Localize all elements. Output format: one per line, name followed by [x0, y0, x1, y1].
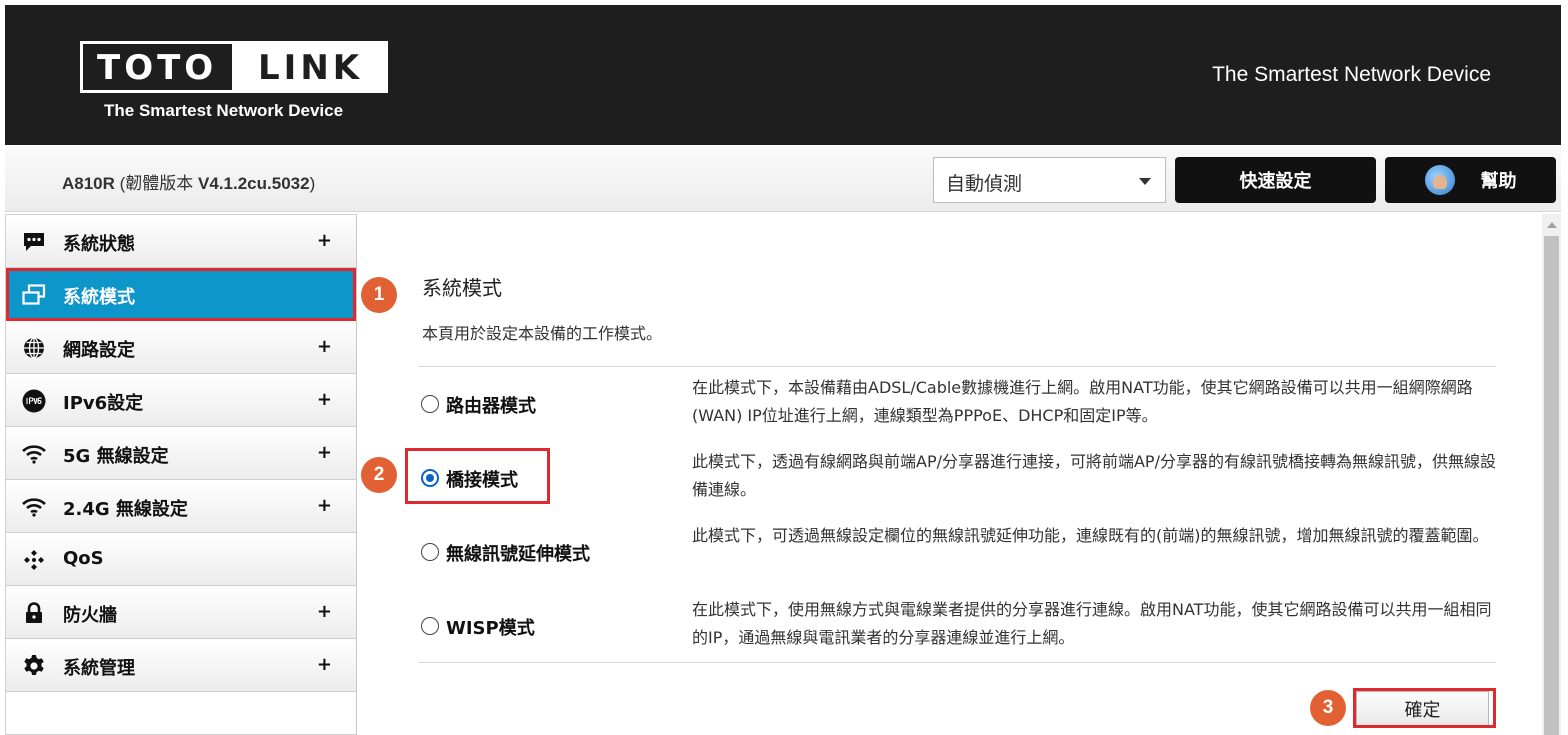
logo-left-text: TOTO: [97, 48, 218, 88]
firmware-close: ): [309, 174, 316, 193]
help-label: 幫助: [1480, 171, 1517, 192]
expand-plus-icon: +: [316, 442, 332, 463]
language-select[interactable]: 自動偵測: [933, 157, 1166, 203]
sidebar-item-label: 5G 無線設定: [63, 446, 169, 467]
help-person-icon: [1424, 165, 1455, 195]
sidebar-nav: 系統狀態 + 系統模式 網路設定 + IPv6設定 + 5G 無線設定 + 2.…: [5, 214, 357, 735]
sidebar-item-label: 系統模式: [63, 287, 135, 308]
sidebar-item-firewall[interactable]: 防火牆 +: [6, 586, 356, 639]
wisp-mode-description: 在此模式下，使用無線方式與電線業者提供的分享器進行連線。啟用NAT功能，使其它網…: [692, 600, 1492, 647]
divider: [418, 662, 1496, 663]
logo-tagline: The Smartest Network Device: [104, 101, 344, 120]
wifi-icon: [22, 442, 46, 466]
sidebar-item-label: 系統管理: [63, 658, 135, 679]
mode-row-wisp: WISP模式 在此模式下，使用無線方式與電線業者提供的分享器進行連線。啟用NAT…: [418, 596, 1496, 668]
sidebar-item-label: 2.4G 無線設定: [63, 499, 188, 520]
confirm-highlight-box: [1353, 688, 1496, 728]
step-badge-3: 3: [1310, 690, 1346, 726]
ipv6-icon: [22, 389, 46, 413]
expand-plus-icon: +: [316, 336, 332, 357]
sidebar-item-24g-wireless[interactable]: 2.4G 無線設定 +: [6, 480, 356, 533]
wisp-mode-label[interactable]: WISP模式: [446, 614, 535, 640]
totolink-logo: TOTO LINK The Smartest Network Device: [80, 41, 388, 131]
sidebar-item-label: 系統狀態: [63, 234, 135, 255]
sidebar-item-label: IPv6設定: [63, 393, 144, 414]
step-badge-2: 2: [361, 457, 397, 493]
divider: [418, 366, 1496, 367]
quick-setup-button[interactable]: 快速設定: [1175, 157, 1376, 203]
expand-plus-icon: +: [316, 230, 332, 251]
page-title: 系統模式: [422, 276, 502, 300]
bridge-mode-highlight-box: [405, 448, 550, 504]
wifi-icon: [22, 495, 46, 519]
mode-row-repeater: 無線訊號延伸模式 此模式下，可透過無線設定欄位的無線訊號延伸功能，連線既有的(前…: [418, 522, 1496, 594]
sidebar-item-label: 網路設定: [63, 340, 135, 361]
repeater-mode-radio[interactable]: [421, 543, 439, 561]
header-tagline: The Smartest Network Device: [1212, 63, 1491, 86]
chat-bubble-icon: [22, 230, 46, 254]
bridge-mode-description: 此模式下，透過有線網路與前端AP/分享器進行連接，可將前端AP/分享器的有線訊號…: [692, 452, 1496, 499]
windows-icon: [22, 283, 46, 307]
qos-icon: [22, 548, 46, 572]
sidebar-item-label: QoS: [63, 548, 104, 569]
sidebar-item-system-status[interactable]: 系統狀態 +: [6, 215, 356, 268]
router-mode-radio[interactable]: [421, 395, 439, 413]
sidebar-item-qos[interactable]: QoS: [6, 533, 356, 586]
firmware-info: A810R (韌體版本 V4.1.2cu.5032): [62, 169, 315, 194]
repeater-mode-description: 此模式下，可透過無線設定欄位的無線訊號延伸功能，連線既有的(前端)的無線訊號，增…: [692, 526, 1489, 545]
scrollbar-thumb[interactable]: [1544, 236, 1559, 735]
sidebar-item-system-management[interactable]: 系統管理 +: [6, 639, 356, 692]
expand-plus-icon: +: [316, 495, 332, 516]
sidebar-item-ipv6-settings[interactable]: IPv6設定 +: [6, 374, 356, 427]
quick-setup-label: 快速設定: [1239, 171, 1312, 192]
expand-plus-icon: +: [316, 389, 332, 410]
top-bar: A810R (韌體版本 V4.1.2cu.5032) 自動偵測 快速設定 幫助: [5, 146, 1561, 212]
mode-row-bridge: 橋接模式 此模式下，透過有線網路與前端AP/分享器進行連接，可將前端AP/分享器…: [418, 448, 1496, 520]
expand-plus-icon: +: [316, 601, 332, 622]
vertical-scrollbar[interactable]: [1542, 214, 1561, 735]
page-description: 本頁用於設定本設備的工作模式。: [422, 324, 663, 343]
repeater-mode-label[interactable]: 無線訊號延伸模式: [446, 540, 590, 566]
logo-right-text: LINK: [258, 48, 364, 88]
scroll-up-arrow-icon[interactable]: [1547, 222, 1557, 228]
sidebar-item-label: 防火牆: [63, 605, 117, 626]
router-mode-label[interactable]: 路由器模式: [446, 392, 536, 418]
globe-icon: [22, 336, 46, 360]
sidebar-item-network-settings[interactable]: 網路設定 +: [6, 321, 356, 374]
language-selected-value: 自動偵測: [946, 173, 1023, 195]
help-button[interactable]: 幫助: [1385, 157, 1556, 203]
router-mode-description: 在此模式下，本設備藉由ADSL/Cable數據機進行上網。啟用NAT功能，使其它…: [692, 378, 1473, 425]
wisp-mode-radio[interactable]: [421, 617, 439, 635]
mode-row-router: 路由器模式 在此模式下，本設備藉由ADSL/Cable數據機進行上網。啟用NAT…: [418, 374, 1496, 446]
expand-plus-icon: +: [316, 654, 332, 675]
model-name: A810R: [62, 174, 115, 193]
firmware-label: (韌體版本: [114, 174, 199, 193]
lock-icon: [22, 601, 46, 625]
header-banner: TOTO LINK The Smartest Network Device Th…: [5, 5, 1561, 145]
sidebar-item-5g-wireless[interactable]: 5G 無線設定 +: [6, 427, 356, 480]
firmware-version: V4.1.2cu.5032: [198, 174, 310, 193]
sidebar-item-system-mode[interactable]: 系統模式: [6, 268, 356, 321]
gear-icon: [22, 654, 46, 678]
chevron-down-icon: [1139, 178, 1151, 185]
step-badge-1: 1: [361, 277, 397, 313]
